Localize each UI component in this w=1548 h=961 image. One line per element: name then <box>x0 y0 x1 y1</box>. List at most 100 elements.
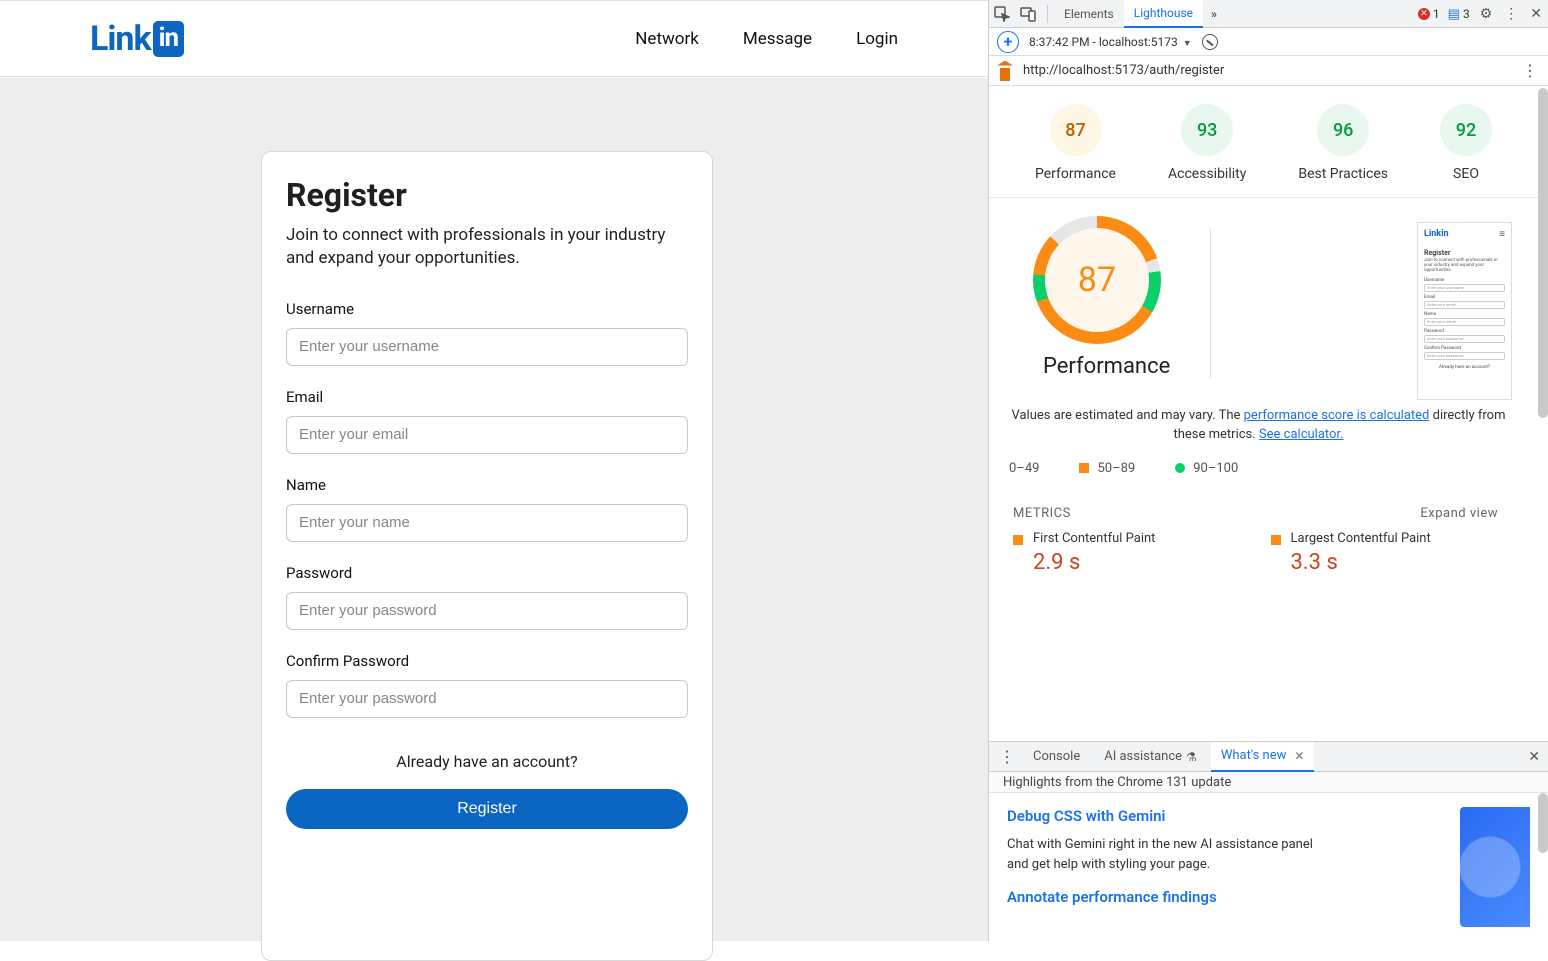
score-seo[interactable]: 92 SEO <box>1440 104 1492 183</box>
lighthouse-report-inner[interactable]: 87 Performance 93 Accessibility 96 Best … <box>989 86 1538 741</box>
report-dropdown[interactable]: 8:37:42 PM - localhost:5173 ▼ <box>1029 35 1192 49</box>
performance-detail: 87 Performance Linkin ≡ Register Join to… <box>989 198 1538 575</box>
performance-heading: Performance <box>1043 354 1170 379</box>
already-have-account-link[interactable]: Already have an account? <box>286 752 688 771</box>
thumb-label-username: Username <box>1424 278 1505 283</box>
input-password[interactable] <box>286 592 688 630</box>
score-best-practices-label: Best Practices <box>1298 166 1388 183</box>
input-username[interactable] <box>286 328 688 366</box>
app-logo[interactable]: Link in <box>90 19 184 59</box>
metric-fcp-value: 2.9 s <box>1033 550 1155 575</box>
score-summary-bar: 87 Performance 93 Accessibility 96 Best … <box>989 98 1538 198</box>
score-calculated-link[interactable]: performance score is calculated <box>1244 408 1430 423</box>
score-seo-label: SEO <box>1453 166 1479 183</box>
main-nav: Network Message Login <box>635 29 898 49</box>
tab-lighthouse[interactable]: Lighthouse <box>1124 0 1203 28</box>
separator <box>1047 5 1048 23</box>
settings-icon[interactable]: ⚙ <box>1478 6 1495 22</box>
tabbar-right-cluster: ✕ 1 ▤ 3 ⚙ ⋮ ✕ <box>1418 0 1544 28</box>
label-password: Password <box>286 564 688 582</box>
lighthouse-url-bar: http://localhost:5173/auth/register ⋮ <box>989 56 1548 86</box>
drawer-heading-1[interactable]: Debug CSS with Gemini <box>1007 807 1460 825</box>
drawer-tabbar: ⋮ Console AI assistance ⚗ What's new ✕ ✕ <box>989 742 1548 772</box>
thumb-label-name: Name <box>1424 312 1505 317</box>
metrics-label: METRICS <box>1013 506 1071 521</box>
metrics-header: METRICS Expand view <box>999 476 1518 531</box>
metric-fcp: First Contentful Paint 2.9 s <box>1013 531 1241 575</box>
clear-icon[interactable] <box>1202 34 1218 50</box>
register-button[interactable]: Register <box>286 789 688 829</box>
message-count-badge[interactable]: ▤ 3 <box>1448 7 1470 22</box>
app-header: Link in Network Message Login <box>0 1 988 77</box>
devtools-drawer: ⋮ Console AI assistance ⚗ What's new ✕ ✕… <box>989 741 1548 941</box>
drawer-paragraph-1: Chat with Gemini right in the new AI ass… <box>1007 835 1317 874</box>
tab-elements[interactable]: Elements <box>1054 0 1124 28</box>
metric-status-square-icon <box>1013 535 1023 545</box>
nav-network[interactable]: Network <box>635 29 699 49</box>
legend-range-3: 90–100 <box>1193 461 1238 476</box>
app-viewport: Link in Network Message Login Register J… <box>0 0 988 941</box>
drawer-tab-ai-label: AI assistance <box>1104 749 1182 764</box>
error-count-badge[interactable]: ✕ 1 <box>1418 7 1440 21</box>
score-seo-value: 92 <box>1456 120 1476 141</box>
thumb-label-confirm: Confirm Password <box>1424 346 1505 351</box>
report-url: http://localhost:5173/auth/register <box>1023 63 1224 78</box>
kebab-menu-icon[interactable]: ⋮ <box>1502 6 1520 22</box>
highlights-text: Highlights from the Chrome 131 update <box>1003 775 1231 790</box>
register-card: Register Join to connect with profession… <box>261 151 713 961</box>
thumb-input-confirm: Enter your password <box>1424 352 1505 360</box>
thumb-input-name: Enter your name <box>1424 318 1505 326</box>
dropdown-caret-icon: ▼ <box>1183 39 1192 49</box>
nav-message[interactable]: Message <box>743 29 812 49</box>
device-toolbar-icon[interactable] <box>1015 1 1041 27</box>
report-dropdown-label: 8:37:42 PM - localhost:5173 <box>1029 35 1178 49</box>
legend-0-49: 0–49 <box>1009 461 1039 476</box>
close-devtools-icon[interactable]: ✕ <box>1528 6 1544 22</box>
inspect-icon[interactable] <box>989 1 1015 27</box>
score-performance[interactable]: 87 Performance <box>1035 104 1116 183</box>
nav-login[interactable]: Login <box>856 29 898 49</box>
expand-view-link[interactable]: Expand view <box>1420 506 1498 521</box>
score-best-practices[interactable]: 96 Best Practices <box>1298 104 1388 183</box>
report-scrollbar[interactable] <box>1538 86 1548 741</box>
thumb-subtitle: Join to connect with professionals in yo… <box>1424 259 1505 274</box>
drawer-tab-whats-new-label: What's new <box>1221 748 1287 763</box>
close-drawer-icon[interactable]: ✕ <box>1528 749 1540 765</box>
new-report-button[interactable]: + <box>997 31 1019 53</box>
close-tab-icon[interactable]: ✕ <box>1294 749 1304 763</box>
thumb-input-email: Enter your email <box>1424 301 1505 309</box>
thumb-menu-icon: ≡ <box>1499 229 1505 240</box>
thumb-label-password: Password <box>1424 329 1505 334</box>
metrics-grid: First Contentful Paint 2.9 s Largest Con… <box>999 531 1518 575</box>
drawer-tab-whats-new[interactable]: What's new ✕ <box>1211 742 1315 772</box>
drawer-menu-icon[interactable]: ⋮ <box>995 747 1019 766</box>
legend-range-1: 0–49 <box>1009 461 1039 476</box>
drawer-heading-2[interactable]: Annotate performance findings <box>1007 888 1460 906</box>
input-confirm-password[interactable] <box>286 680 688 718</box>
metric-lcp: Largest Contentful Paint 3.3 s <box>1271 531 1499 575</box>
estimate-text-1: Values are estimated and may vary. The <box>1011 408 1243 423</box>
score-best-practices-value: 96 <box>1333 120 1353 141</box>
drawer-scrollbar[interactable] <box>1538 793 1548 941</box>
gemini-illustration <box>1460 807 1530 927</box>
drawer-scrollbar-thumb[interactable] <box>1538 793 1548 853</box>
legend-green-dot-icon <box>1175 463 1185 473</box>
drawer-body: Debug CSS with Gemini Chat with Gemini r… <box>989 793 1548 941</box>
screenshot-thumbnail[interactable]: Linkin ≡ Register Join to connect with p… <box>1417 222 1512 400</box>
see-calculator-link[interactable]: See calculator. <box>1259 427 1344 442</box>
report-menu-icon[interactable]: ⋮ <box>1522 61 1538 80</box>
drawer-tab-console[interactable]: Console <box>1023 742 1090 772</box>
score-accessibility[interactable]: 93 Accessibility <box>1168 104 1246 183</box>
input-email[interactable] <box>286 416 688 454</box>
input-name[interactable] <box>286 504 688 542</box>
lighthouse-report-body: 87 Performance 93 Accessibility 96 Best … <box>989 86 1548 741</box>
drawer-tab-ai-assistance[interactable]: AI assistance ⚗ <box>1094 742 1207 772</box>
drawer-highlights-bar: Highlights from the Chrome 131 update <box>989 772 1548 793</box>
lighthouse-icon <box>997 61 1013 81</box>
divider <box>1210 228 1211 378</box>
more-tabs-icon[interactable]: » <box>1203 7 1225 21</box>
register-subtitle: Join to connect with professionals in yo… <box>286 224 688 270</box>
score-legend: 0–49 50–89 90–100 <box>1009 461 1518 476</box>
message-icon: ▤ <box>1448 7 1460 22</box>
scrollbar-thumb[interactable] <box>1538 88 1548 418</box>
